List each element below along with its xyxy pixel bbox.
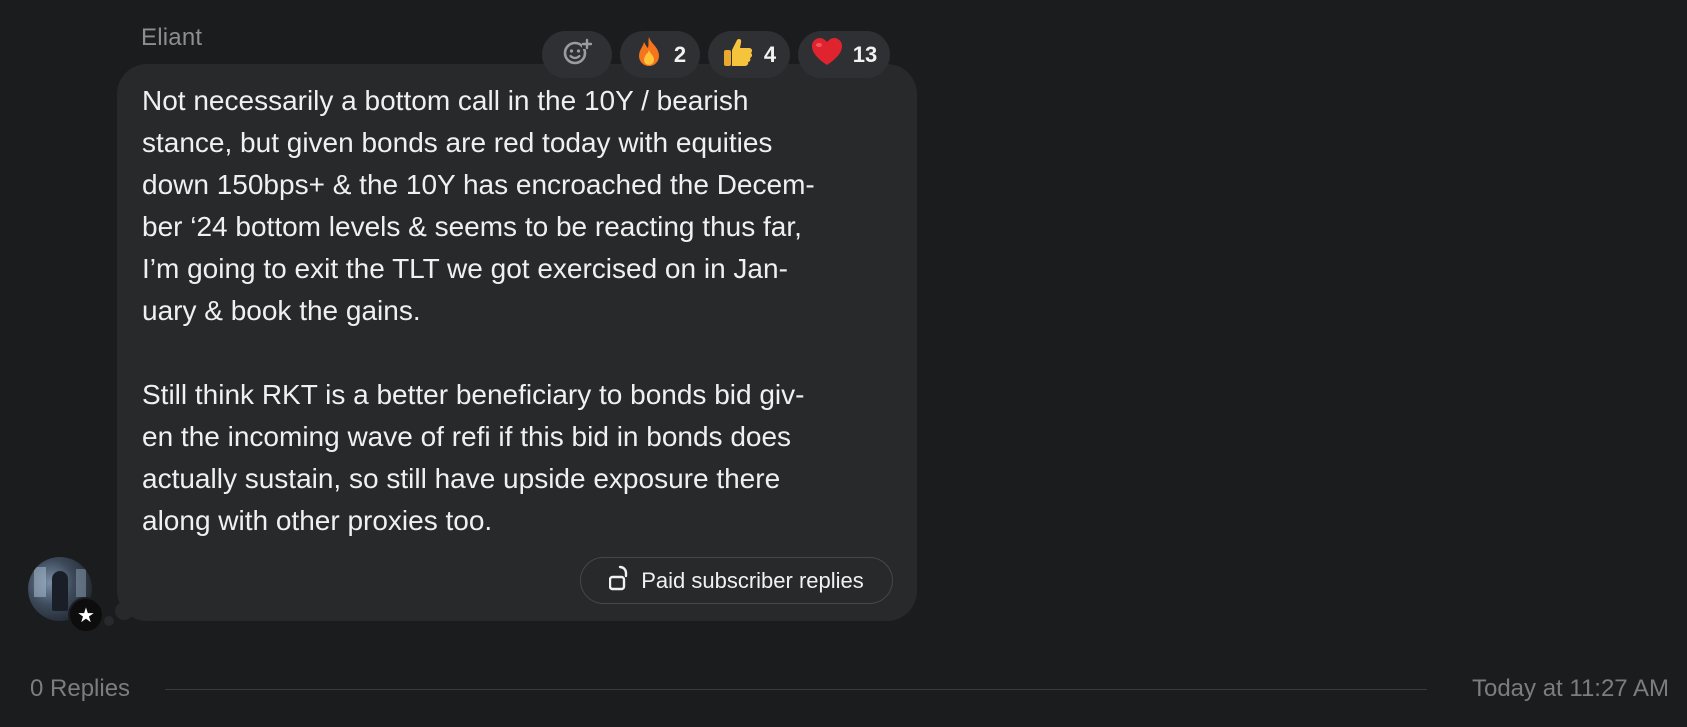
- unlocked-padlock-icon: [609, 565, 631, 597]
- heart-reaction-button[interactable]: 13: [798, 31, 890, 78]
- thumbs-up-reaction-count: 4: [763, 41, 777, 67]
- reaction-bar: 2 4 13: [542, 31, 890, 78]
- thumbs-up-emoji-icon: [722, 36, 754, 74]
- chat-thread: Eliant ★ Not necessarily a bottom call i…: [0, 0, 1687, 727]
- fire-emoji-icon: [634, 36, 664, 74]
- avatar-figure-detail: [52, 571, 68, 611]
- add-reaction-button[interactable]: [542, 31, 612, 78]
- star-icon: ★: [68, 597, 104, 633]
- fire-reaction-button[interactable]: 2: [620, 31, 700, 78]
- heart-emoji-icon: [811, 37, 843, 73]
- message-paragraph: Still think RKT is a better beneficiary …: [142, 379, 805, 536]
- footer-divider: [165, 689, 1427, 690]
- author-name[interactable]: Eliant: [141, 24, 202, 52]
- avatar-window-detail: [76, 569, 86, 597]
- replies-count-link[interactable]: 0 Replies: [30, 675, 130, 703]
- fire-reaction-count: 2: [673, 41, 687, 67]
- thumbs-up-reaction-button[interactable]: 4: [708, 31, 790, 78]
- message-bubble[interactable]: Not necessarily a bottom call in the 10Y…: [117, 64, 917, 621]
- message-timestamp: Today at 11:27 AM: [1471, 675, 1669, 702]
- bubble-tail: [104, 616, 114, 626]
- add-reaction-icon: [562, 37, 593, 73]
- heart-reaction-count: 13: [852, 41, 878, 67]
- avatar-window-detail: [34, 567, 46, 597]
- paid-subscriber-replies-label: Paid subscriber replies: [641, 567, 864, 593]
- message-paragraph: Not necessarily a bottom call in the 10Y…: [142, 85, 815, 326]
- paid-subscriber-replies-button[interactable]: Paid subscriber replies: [580, 557, 893, 604]
